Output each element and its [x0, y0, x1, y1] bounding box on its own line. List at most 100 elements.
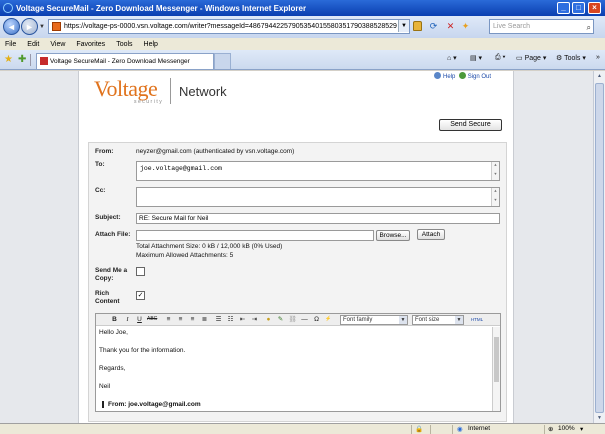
body-line: Hello Joe,	[99, 329, 128, 336]
signout-icon	[458, 72, 466, 79]
zoom-dropdown-icon[interactable]: ▾	[580, 425, 583, 433]
rich-content-label-2: Content	[95, 298, 120, 305]
security-zone: Internet	[468, 425, 491, 432]
search-icon[interactable]: ⌕	[587, 21, 591, 34]
underline-button[interactable]: U	[135, 315, 144, 324]
refresh-icon[interactable]: ⟳	[427, 20, 440, 33]
maximize-button[interactable]: □	[572, 2, 585, 14]
html-source-button[interactable]: HTML	[468, 315, 486, 324]
numbered-list-icon[interactable]: ☷	[226, 315, 235, 324]
indent-icon[interactable]: ⇥	[250, 315, 259, 324]
minimize-button[interactable]: _	[557, 2, 570, 14]
horizontal-rule-icon[interactable]: —	[300, 315, 309, 324]
strikethrough-button[interactable]: ABC	[147, 315, 157, 324]
home-icon[interactable]: ⌂ ▾	[447, 54, 457, 62]
page-menu[interactable]: ▭ Page ▾	[516, 54, 546, 62]
bullet-list-icon[interactable]: ☰	[214, 315, 223, 324]
scrollbar-thumb[interactable]	[595, 83, 604, 413]
zoom-level[interactable]: 100%	[558, 425, 575, 432]
favorites-star-icon[interactable]: ★	[4, 54, 13, 65]
back-button[interactable]: ◄	[3, 18, 20, 35]
network-title: Network	[179, 84, 227, 99]
attach-file-input[interactable]	[136, 230, 374, 241]
recent-pages-icon[interactable]: ▼	[39, 24, 45, 30]
tab-row: ★ ✚ Voltage SecureMail - Zero Download M…	[0, 50, 605, 70]
help-link[interactable]: Help	[443, 74, 455, 80]
align-center-icon[interactable]: ≡	[176, 315, 185, 324]
scroll-up-icon[interactable]: ▲	[595, 71, 604, 81]
forward-button[interactable]: ►	[21, 18, 38, 35]
internet-zone-icon: ◉	[457, 426, 463, 433]
cc-field[interactable]: ▲ ▼	[136, 187, 500, 207]
tools-menu[interactable]: ⚙ Tools ▾	[556, 54, 586, 62]
securemail-page: Help Sign Out Voltage security Network S…	[78, 71, 514, 423]
zoom-icon[interactable]: ⊕	[548, 425, 553, 433]
title-bar: Voltage SecureMail - Zero Download Messe…	[0, 0, 605, 16]
font-family-select[interactable]: Font family ▼	[340, 315, 408, 325]
quoted-message: From: joe.voltage@gmail.com	[102, 401, 490, 408]
tab-favicon-icon	[40, 57, 48, 65]
add-favorite-icon[interactable]: ✚	[18, 54, 26, 65]
to-field[interactable]: joe.voltage@gmail.com ▲ ▼	[136, 161, 500, 181]
cc-label: Cc:	[95, 187, 106, 194]
page-viewport: Help Sign Out Voltage security Network S…	[0, 71, 593, 423]
ie-icon	[3, 3, 13, 13]
site-favicon-icon	[52, 22, 61, 31]
close-button[interactable]: ×	[588, 2, 601, 14]
menu-tools[interactable]: Tools	[116, 41, 132, 48]
rich-content-label-1: Rich	[95, 290, 110, 297]
menu-bar: File Edit View Favorites Tools Help	[0, 38, 605, 50]
scroll-down-icon[interactable]: ▼	[595, 413, 604, 423]
align-right-icon[interactable]: ≡	[188, 315, 197, 324]
browse-button[interactable]: Browse...	[376, 230, 410, 241]
menu-edit[interactable]: Edit	[27, 41, 39, 48]
lock-icon[interactable]	[413, 21, 422, 31]
address-input[interactable]: https://voltage-ps-0000.vsn.voltage.com/…	[48, 19, 410, 34]
rich-content-checkbox[interactable]: ✓	[136, 291, 145, 300]
special-char-button[interactable]: Ω	[312, 315, 321, 324]
print-icon[interactable]: ⎙ ▾	[495, 54, 506, 62]
menu-file[interactable]: File	[5, 41, 16, 48]
bold-button[interactable]: B	[110, 315, 119, 324]
justify-icon[interactable]: ≣	[200, 315, 209, 324]
menu-favorites[interactable]: Favorites	[76, 41, 105, 48]
anchor-icon[interactable]: ●	[264, 315, 273, 324]
font-size-select[interactable]: Font size ▼	[412, 315, 464, 325]
body-line: Neil	[99, 383, 111, 390]
unlink-icon[interactable]: ⛓	[288, 315, 297, 324]
stop-icon[interactable]: ✕	[444, 20, 457, 33]
send-secure-button[interactable]: Send Secure	[439, 119, 502, 131]
italic-button[interactable]: I	[123, 315, 132, 324]
new-tab-button[interactable]	[214, 53, 231, 69]
editor-body[interactable]: Hello Joe, Thank you for the information…	[96, 327, 493, 411]
send-copy-checkbox[interactable]	[136, 267, 145, 276]
search-input[interactable]: Live Search ⌕	[489, 19, 594, 34]
attach-label: Attach File:	[95, 231, 131, 238]
header-links: Help Sign Out	[434, 72, 491, 80]
address-bar-row: ◄ ► ▼ https://voltage-ps-0000.vsn.voltag…	[0, 16, 605, 38]
editor-scrollbar[interactable]	[492, 327, 500, 411]
page-scrollbar[interactable]: ▲ ▼	[593, 71, 605, 423]
subject-input[interactable]: RE: Secure Mail for Neil	[136, 213, 500, 224]
body-line: Regards,	[99, 365, 126, 372]
logo-tagline: security	[134, 99, 164, 105]
address-dropdown-icon[interactable]: ▼	[398, 20, 409, 32]
signout-link[interactable]: Sign Out	[468, 74, 491, 80]
send-copy-label-1: Send Me a	[95, 267, 128, 274]
feeds-icon[interactable]: ▤ ▾	[470, 54, 482, 62]
subject-label: Subject:	[95, 214, 121, 221]
editor-toolbar: B I U ABC ≡ ≡ ≡ ≣ ☰ ☷ ⇤ ⇥ ● ✎ ⛓ — Ω ⚡ Fo…	[96, 314, 500, 326]
menu-help[interactable]: Help	[144, 41, 158, 48]
attachment-size-text: Total Attachment Size: 0 kB / 12,000 kB …	[136, 243, 283, 250]
more-icon[interactable]: »	[596, 54, 600, 61]
clean-format-icon[interactable]: ⚡	[324, 315, 333, 324]
browser-tab[interactable]: Voltage SecureMail - Zero Download Messe…	[36, 53, 214, 69]
align-left-icon[interactable]: ≡	[164, 315, 173, 324]
link-icon[interactable]: ✎	[276, 315, 285, 324]
search-provider-icon: ✦	[461, 21, 470, 31]
menu-view[interactable]: View	[50, 41, 65, 48]
from-label: From:	[95, 148, 114, 155]
lock-status-icon: 🔒	[415, 426, 424, 433]
outdent-icon[interactable]: ⇤	[238, 315, 247, 324]
attach-button[interactable]: Attach	[417, 229, 445, 240]
